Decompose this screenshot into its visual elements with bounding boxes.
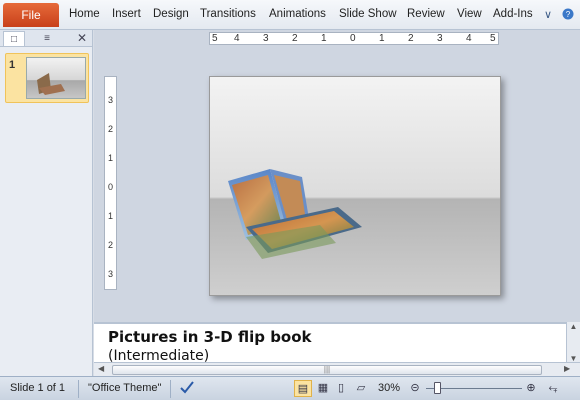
tab-transitions[interactable]: Transitions bbox=[200, 8, 256, 20]
zoom-percent[interactable]: 30% bbox=[378, 382, 400, 394]
ruler-label: 3 bbox=[263, 33, 269, 44]
tab-add-ins[interactable]: Add-Ins bbox=[493, 8, 533, 20]
horizontal-scrollbar[interactable]: ◀ ||| ▶ bbox=[94, 362, 580, 376]
slide-thumbnail-image bbox=[26, 57, 86, 99]
tab-view[interactable]: View bbox=[457, 8, 482, 20]
ruler-label: 2 bbox=[108, 240, 114, 250]
file-tab[interactable]: File bbox=[3, 3, 59, 27]
tab-home[interactable]: Home bbox=[69, 8, 100, 20]
scroll-right-icon[interactable]: ▶ bbox=[564, 364, 570, 373]
ruler-label: 1 bbox=[379, 33, 385, 44]
notes-pane[interactable]: Pictures in 3-D flip book (Intermediate) bbox=[94, 322, 566, 362]
ruler-label: 2 bbox=[108, 124, 114, 134]
scroll-left-icon[interactable]: ◀ bbox=[98, 364, 104, 373]
ruler-label: 2 bbox=[292, 33, 298, 44]
tab-review[interactable]: Review bbox=[407, 8, 445, 20]
ruler-label: 3 bbox=[437, 33, 443, 44]
status-divider bbox=[170, 380, 171, 398]
spell-check-icon[interactable] bbox=[178, 380, 196, 397]
ruler-label: 1 bbox=[108, 211, 114, 221]
ruler-label: 3 bbox=[108, 95, 114, 105]
fit-to-window-icon[interactable]: ⥆ bbox=[544, 380, 562, 397]
help-icon[interactable]: ? bbox=[562, 8, 574, 23]
slide-number: 1 bbox=[9, 59, 16, 71]
slide-counter: Slide 1 of 1 bbox=[10, 382, 66, 394]
scrollbar-thumb[interactable]: ||| bbox=[112, 365, 542, 375]
notes-subtitle: (Intermediate) bbox=[108, 348, 210, 362]
ruler-label: 4 bbox=[234, 33, 240, 44]
slide-thumbnail-item[interactable]: 1 bbox=[5, 53, 89, 103]
status-bar: Slide 1 of 1 "Office Theme" ▤ ▦ ▯ ▱ 30% … bbox=[0, 376, 580, 400]
notes-title: Pictures in 3-D flip book bbox=[108, 328, 312, 346]
tab-animations[interactable]: Animations bbox=[269, 8, 326, 20]
slide-sorter-icon[interactable]: ▦ bbox=[314, 380, 332, 397]
ruler-label: 5 bbox=[212, 33, 218, 44]
zoom-in-icon[interactable]: ⊕ bbox=[522, 380, 540, 397]
flip-book-image bbox=[228, 169, 362, 259]
status-divider bbox=[78, 380, 79, 398]
horizontal-ruler: 5 4 3 2 1 0 1 2 3 4 5 bbox=[209, 32, 499, 45]
slides-pane: □ ≡ ✕ 1 bbox=[0, 30, 93, 376]
ruler-label: 5 bbox=[490, 33, 496, 44]
ruler-label: 4 bbox=[466, 33, 472, 44]
ribbon-tab-bar: File Home Insert Design Transitions Anim… bbox=[0, 0, 580, 30]
chevron-icon[interactable]: ∨ bbox=[544, 8, 552, 21]
close-icon[interactable]: ✕ bbox=[77, 31, 87, 45]
ruler-label: 0 bbox=[350, 33, 356, 44]
ruler-label: 2 bbox=[408, 33, 414, 44]
tab-slide-show[interactable]: Slide Show bbox=[339, 8, 397, 20]
ruler-label: 1 bbox=[108, 153, 114, 163]
theme-name[interactable]: "Office Theme" bbox=[88, 382, 161, 394]
pane-tabs: □ ≡ ✕ bbox=[0, 30, 92, 47]
slide-show-icon[interactable]: ▱ bbox=[352, 380, 370, 397]
zoom-out-icon[interactable]: ⊝ bbox=[406, 380, 424, 397]
slide-canvas[interactable] bbox=[209, 76, 501, 296]
ruler-label: 1 bbox=[321, 33, 327, 44]
slides-tab-icon[interactable]: □ bbox=[3, 31, 25, 46]
tab-insert[interactable]: Insert bbox=[112, 8, 141, 20]
zoom-slider-thumb[interactable] bbox=[434, 382, 441, 394]
svg-text:?: ? bbox=[566, 10, 571, 19]
tab-design[interactable]: Design bbox=[153, 8, 189, 20]
ruler-label: 3 bbox=[108, 269, 114, 279]
normal-view-icon[interactable]: ▤ bbox=[294, 380, 312, 397]
scroll-up-icon[interactable]: ▲ bbox=[567, 322, 580, 332]
ruler-label: 0 bbox=[108, 182, 114, 192]
outline-tab-icon[interactable]: ≡ bbox=[36, 31, 58, 46]
vertical-ruler: 3 2 1 0 1 2 3 bbox=[104, 76, 117, 290]
reading-view-icon[interactable]: ▯ bbox=[332, 380, 350, 397]
